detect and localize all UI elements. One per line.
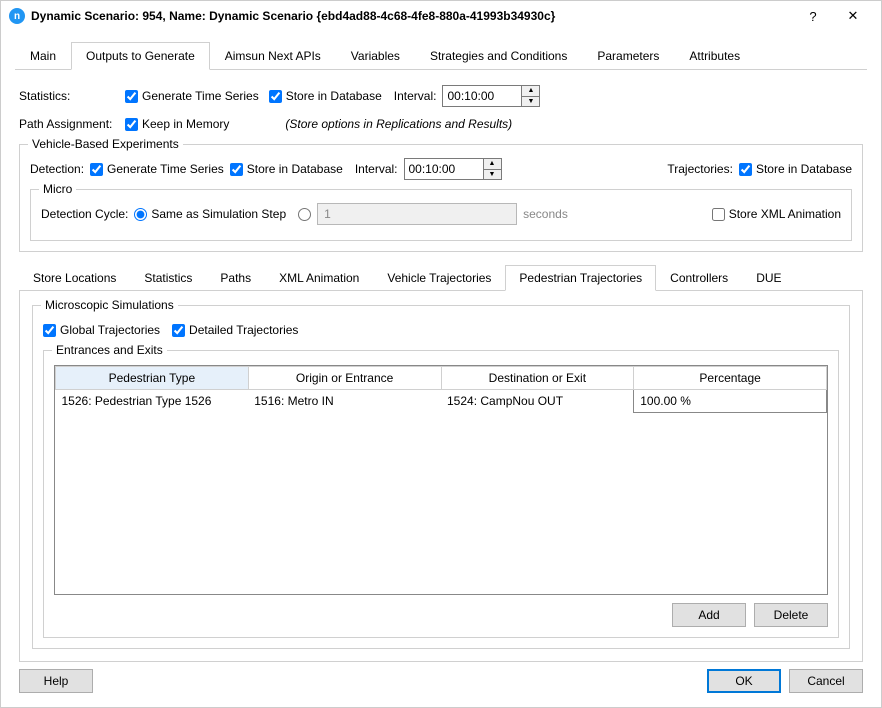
checkbox-icon[interactable] bbox=[172, 324, 185, 337]
microscopic-simulations-group: Microscopic Simulations Global Trajector… bbox=[32, 305, 850, 649]
global-trajectories-checkbox[interactable]: Global Trajectories bbox=[43, 323, 160, 337]
custom-cycle-radio[interactable] bbox=[298, 208, 311, 221]
entrances-table[interactable]: Pedestrian Type Origin or Entrance Desti… bbox=[54, 365, 828, 595]
tab-due[interactable]: DUE bbox=[742, 265, 795, 291]
detection-store-db-checkbox[interactable]: Store in Database bbox=[230, 162, 343, 176]
table-header-row: Pedestrian Type Origin or Entrance Desti… bbox=[56, 367, 827, 390]
tab-xml-animation[interactable]: XML Animation bbox=[265, 265, 373, 291]
statistics-store-db-checkbox[interactable]: Store in Database bbox=[269, 89, 382, 103]
micro-legend: Micro bbox=[39, 182, 76, 196]
checkbox-label: Generate Time Series bbox=[107, 162, 224, 176]
tab-main[interactable]: Main bbox=[15, 42, 71, 70]
checkbox-icon[interactable] bbox=[90, 163, 103, 176]
help-button[interactable]: Help bbox=[19, 669, 93, 693]
statistics-label: Statistics: bbox=[19, 89, 119, 103]
tab-vehicle-trajectories[interactable]: Vehicle Trajectories bbox=[373, 265, 505, 291]
checkbox-label: Generate Time Series bbox=[142, 89, 259, 103]
statistics-interval-input[interactable] bbox=[442, 85, 522, 107]
checkbox-icon[interactable] bbox=[230, 163, 243, 176]
keep-in-memory-checkbox[interactable]: Keep in Memory bbox=[125, 117, 229, 131]
tab-outputs-to-generate[interactable]: Outputs to Generate bbox=[71, 42, 210, 70]
trajectories-store-db-checkbox[interactable]: Store in Database bbox=[739, 162, 852, 176]
checkbox-icon[interactable] bbox=[739, 163, 752, 176]
sub-tabs: Store Locations Statistics Paths XML Ani… bbox=[19, 264, 863, 291]
radio-label: Same as Simulation Step bbox=[151, 207, 286, 221]
col-percentage[interactable]: Percentage bbox=[634, 367, 827, 390]
chevron-up-icon[interactable]: ▲ bbox=[484, 159, 501, 170]
checkbox-icon[interactable] bbox=[712, 208, 725, 221]
checkbox-label: Store in Database bbox=[247, 162, 343, 176]
main-tabs: Main Outputs to Generate Aimsun Next API… bbox=[15, 41, 867, 70]
tab-parameters[interactable]: Parameters bbox=[582, 42, 674, 70]
store-xml-animation-checkbox[interactable]: Store XML Animation bbox=[712, 207, 841, 221]
checkbox-label: Global Trajectories bbox=[60, 323, 160, 337]
cell-destination[interactable]: 1524: CampNou OUT bbox=[441, 390, 634, 413]
content-area: Statistics: Generate Time Series Store i… bbox=[1, 70, 881, 662]
cancel-button[interactable]: Cancel bbox=[789, 669, 863, 693]
col-origin-or-entrance[interactable]: Origin or Entrance bbox=[248, 367, 441, 390]
cell-percentage[interactable]: 100.00 % bbox=[634, 390, 827, 413]
checkbox-label: Detailed Trajectories bbox=[189, 323, 298, 337]
detection-cycle-label: Detection Cycle: bbox=[41, 207, 128, 221]
tab-strategies-and-conditions[interactable]: Strategies and Conditions bbox=[415, 42, 582, 70]
tab-paths[interactable]: Paths bbox=[206, 265, 265, 291]
tab-variables[interactable]: Variables bbox=[336, 42, 415, 70]
microscopic-simulations-legend: Microscopic Simulations bbox=[41, 298, 178, 312]
checkbox-label: Store in Database bbox=[286, 89, 382, 103]
detection-gen-time-series-checkbox[interactable]: Generate Time Series bbox=[90, 162, 224, 176]
tab-statistics[interactable]: Statistics bbox=[130, 265, 206, 291]
checkbox-icon[interactable] bbox=[43, 324, 56, 337]
vehicle-based-experiments-group: Vehicle-Based Experiments Detection: Gen… bbox=[19, 144, 863, 252]
trajectories-label: Trajectories: bbox=[667, 162, 733, 176]
window-title: Dynamic Scenario: 954, Name: Dynamic Sce… bbox=[31, 9, 793, 23]
ok-button[interactable]: OK bbox=[707, 669, 781, 693]
checkbox-label: Store XML Animation bbox=[729, 207, 841, 221]
detection-interval-spinner[interactable]: ▲ ▼ bbox=[484, 158, 502, 180]
tab-controllers[interactable]: Controllers bbox=[656, 265, 742, 291]
add-button[interactable]: Add bbox=[672, 603, 746, 627]
custom-cycle-input: 1 bbox=[317, 203, 517, 225]
checkbox-label: Store in Database bbox=[756, 162, 852, 176]
chevron-down-icon[interactable]: ▼ bbox=[522, 97, 539, 107]
tab-pedestrian-trajectories[interactable]: Pedestrian Trajectories bbox=[505, 265, 656, 291]
checkbox-label: Keep in Memory bbox=[142, 117, 229, 131]
detection-interval-input[interactable] bbox=[404, 158, 484, 180]
tab-aimsun-next-apis[interactable]: Aimsun Next APIs bbox=[210, 42, 336, 70]
title-bar: n Dynamic Scenario: 954, Name: Dynamic S… bbox=[1, 1, 881, 31]
checkbox-icon[interactable] bbox=[125, 118, 138, 131]
col-destination-or-exit[interactable]: Destination or Exit bbox=[441, 367, 634, 390]
detection-interval-label: Interval: bbox=[355, 162, 398, 176]
statistics-gen-time-series-checkbox[interactable]: Generate Time Series bbox=[125, 89, 259, 103]
detection-label: Detection: bbox=[30, 162, 84, 176]
tab-store-locations[interactable]: Store Locations bbox=[19, 265, 130, 291]
path-assignment-note: (Store options in Replications and Resul… bbox=[285, 117, 512, 131]
vehicle-group-legend: Vehicle-Based Experiments bbox=[28, 137, 183, 151]
dialog-footer: Help OK Cancel bbox=[1, 659, 881, 707]
entrances-legend: Entrances and Exits bbox=[52, 343, 167, 357]
help-icon[interactable]: ? bbox=[793, 9, 833, 24]
app-icon: n bbox=[9, 8, 25, 24]
micro-group: Micro Detection Cycle: Same as Simulatio… bbox=[30, 189, 852, 241]
cell-origin[interactable]: 1516: Metro IN bbox=[248, 390, 441, 413]
radio-icon[interactable] bbox=[134, 208, 147, 221]
statistics-interval-spinner[interactable]: ▲ ▼ bbox=[522, 85, 540, 107]
checkbox-icon[interactable] bbox=[125, 90, 138, 103]
table-row[interactable]: 1526: Pedestrian Type 1526 1516: Metro I… bbox=[56, 390, 827, 413]
tab-attributes[interactable]: Attributes bbox=[674, 42, 755, 70]
entrances-and-exits-group: Entrances and Exits Pedestrian Type Orig… bbox=[43, 350, 839, 638]
path-assignment-label: Path Assignment: bbox=[19, 117, 119, 131]
chevron-up-icon[interactable]: ▲ bbox=[522, 86, 539, 97]
delete-button[interactable]: Delete bbox=[754, 603, 828, 627]
radio-icon[interactable] bbox=[298, 208, 311, 221]
seconds-label: seconds bbox=[523, 207, 568, 221]
same-as-simulation-step-radio[interactable]: Same as Simulation Step bbox=[134, 207, 286, 221]
checkbox-icon[interactable] bbox=[269, 90, 282, 103]
detailed-trajectories-checkbox[interactable]: Detailed Trajectories bbox=[172, 323, 298, 337]
pedestrian-trajectories-panel: Microscopic Simulations Global Trajector… bbox=[19, 291, 863, 662]
col-pedestrian-type[interactable]: Pedestrian Type bbox=[56, 367, 249, 390]
cell-pedestrian-type[interactable]: 1526: Pedestrian Type 1526 bbox=[56, 390, 249, 413]
statistics-interval-label: Interval: bbox=[394, 89, 437, 103]
close-icon[interactable]: ✕ bbox=[833, 8, 873, 24]
chevron-down-icon[interactable]: ▼ bbox=[484, 170, 501, 180]
